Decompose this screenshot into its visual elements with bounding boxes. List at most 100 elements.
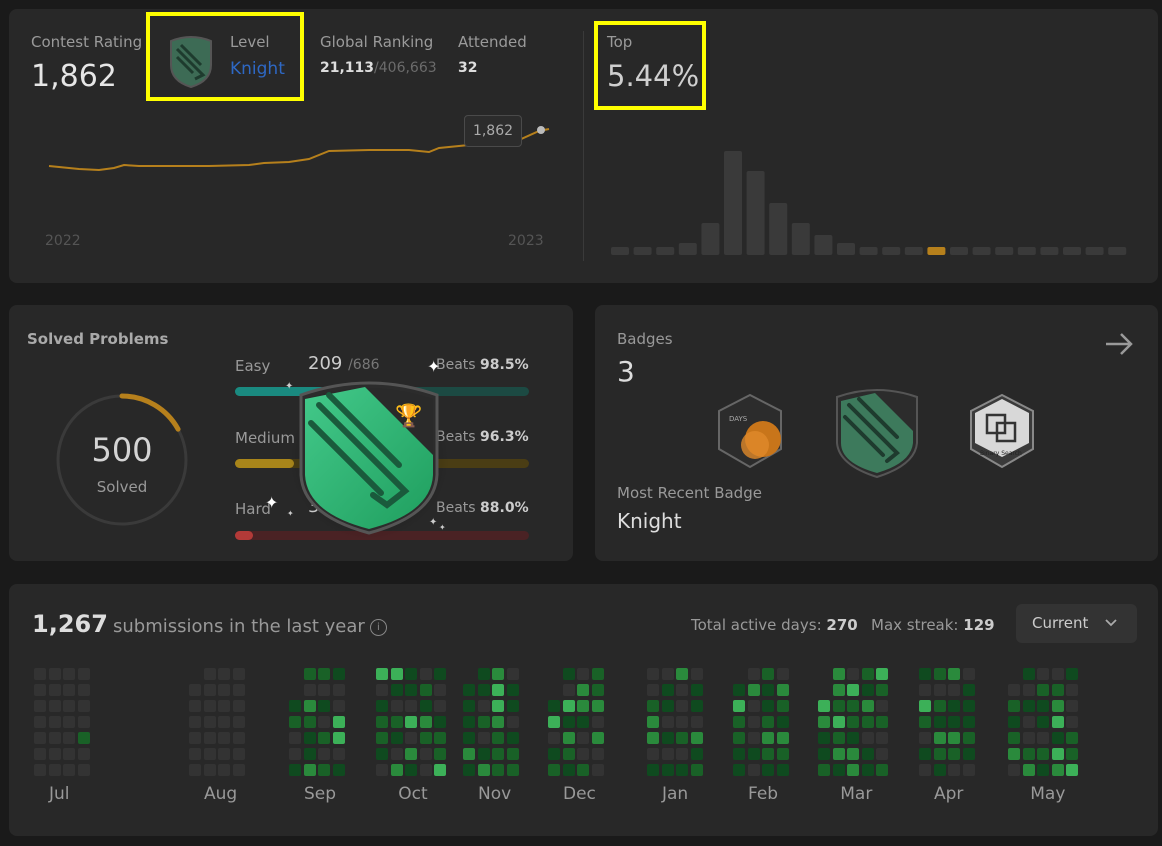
heatmap-cell[interactable] <box>1051 700 1064 712</box>
heatmap-cell[interactable] <box>647 748 659 760</box>
heatmap-cell[interactable] <box>48 668 61 680</box>
heatmap-cell[interactable] <box>34 668 46 680</box>
heatmap-cell[interactable] <box>661 732 674 744</box>
heatmap-cell[interactable] <box>548 716 560 728</box>
heatmap-cell[interactable] <box>318 732 330 744</box>
heatmap-cell[interactable] <box>861 732 874 744</box>
heatmap-cell[interactable] <box>506 700 519 712</box>
heatmap-cell[interactable] <box>962 700 975 712</box>
heatmap-cell[interactable] <box>562 732 575 744</box>
heatmap-cell[interactable] <box>647 668 659 680</box>
heatmap-cell[interactable] <box>661 700 674 712</box>
heatmap-cell[interactable] <box>591 732 604 744</box>
heatmap-cell[interactable] <box>762 700 774 712</box>
heatmap-cell[interactable] <box>1051 668 1064 680</box>
heatmap-cell[interactable] <box>477 732 490 744</box>
heatmap-cell[interactable] <box>861 748 874 760</box>
heatmap-cell[interactable] <box>463 716 475 728</box>
heatmap-cell[interactable] <box>1022 748 1035 760</box>
heatmap-cell[interactable] <box>847 764 859 776</box>
heatmap-cell[interactable] <box>676 748 688 760</box>
heatmap-cell[interactable] <box>34 700 46 712</box>
heatmap-cell[interactable] <box>1022 716 1035 728</box>
heatmap-cell[interactable] <box>847 716 859 728</box>
heatmap-cell[interactable] <box>933 700 946 712</box>
heatmap-cell[interactable] <box>492 764 504 776</box>
heatmap-cell[interactable] <box>77 684 90 696</box>
heatmap-cell[interactable] <box>1008 684 1020 696</box>
heatmap-cell[interactable] <box>492 668 504 680</box>
heatmap-cell[interactable] <box>776 716 789 728</box>
heatmap-cell[interactable] <box>63 684 75 696</box>
heatmap-cell[interactable] <box>434 732 446 744</box>
heatmap-cell[interactable] <box>876 748 888 760</box>
heatmap-cell[interactable] <box>463 764 475 776</box>
heatmap-cell[interactable] <box>477 764 490 776</box>
heatmap-cell[interactable] <box>776 684 789 696</box>
heatmap-cell[interactable] <box>463 684 475 696</box>
heatmap-cell[interactable] <box>776 700 789 712</box>
heatmap-cell[interactable] <box>1037 700 1049 712</box>
heatmap-cell[interactable] <box>303 716 316 728</box>
heatmap-cell[interactable] <box>419 764 432 776</box>
heatmap-cell[interactable] <box>962 716 975 728</box>
heatmap-cell[interactable] <box>690 764 703 776</box>
heatmap-cell[interactable] <box>419 716 432 728</box>
heatmap-cell[interactable] <box>232 732 245 744</box>
heatmap-cell[interactable] <box>1051 684 1064 696</box>
heatmap-cell[interactable] <box>77 716 90 728</box>
heatmap-cell[interactable] <box>1022 764 1035 776</box>
heatmap-cell[interactable] <box>832 764 845 776</box>
heatmap-cell[interactable] <box>1022 684 1035 696</box>
heatmap-cell[interactable] <box>832 732 845 744</box>
heatmap-cell[interactable] <box>762 716 774 728</box>
heatmap-cell[interactable] <box>189 700 201 712</box>
heatmap-cell[interactable] <box>1066 764 1078 776</box>
heatmap-cell[interactable] <box>762 684 774 696</box>
heatmap-cell[interactable] <box>933 684 946 696</box>
heatmap-cell[interactable] <box>63 732 75 744</box>
heatmap-cell[interactable] <box>303 764 316 776</box>
heatmap-cell[interactable] <box>733 764 745 776</box>
heatmap-cell[interactable] <box>933 764 946 776</box>
heatmap-cell[interactable] <box>919 668 931 680</box>
heatmap-cell[interactable] <box>34 764 46 776</box>
heatmap-cell[interactable] <box>203 748 216 760</box>
heatmap-cell[interactable] <box>1022 700 1035 712</box>
heatmap-cell[interactable] <box>318 716 330 728</box>
heatmap-cell[interactable] <box>847 732 859 744</box>
heatmap-cell[interactable] <box>506 748 519 760</box>
heatmap-cell[interactable] <box>48 716 61 728</box>
heatmap-cell[interactable] <box>832 668 845 680</box>
heatmap-cell[interactable] <box>1008 748 1020 760</box>
heatmap-cell[interactable] <box>847 668 859 680</box>
heatmap-cell[interactable] <box>919 716 931 728</box>
heatmap-cell[interactable] <box>492 700 504 712</box>
heatmap-cell[interactable] <box>419 684 432 696</box>
heatmap-cell[interactable] <box>303 748 316 760</box>
heatmap-cell[interactable] <box>48 700 61 712</box>
heatmap-cell[interactable] <box>34 748 46 760</box>
heatmap-cell[interactable] <box>1066 716 1078 728</box>
heatmap-cell[interactable] <box>405 764 417 776</box>
knight-badge-icon[interactable] <box>831 385 923 481</box>
heatmap-cell[interactable] <box>506 732 519 744</box>
heatmap-cell[interactable] <box>1066 748 1078 760</box>
heatmap-cell[interactable] <box>405 748 417 760</box>
heatmap-cell[interactable] <box>562 668 575 680</box>
heatmap-cell[interactable] <box>218 748 230 760</box>
heatmap-cell[interactable] <box>1066 700 1078 712</box>
heatmap-cell[interactable] <box>591 748 604 760</box>
heatmap-cell[interactable] <box>661 716 674 728</box>
heatmap-cell[interactable] <box>34 716 46 728</box>
heatmap-cell[interactable] <box>1037 748 1049 760</box>
heatmap-cell[interactable] <box>48 764 61 776</box>
heatmap-cell[interactable] <box>77 700 90 712</box>
heatmap-cell[interactable] <box>318 748 330 760</box>
heatmap-cell[interactable] <box>861 716 874 728</box>
heatmap-cell[interactable] <box>390 732 403 744</box>
heatmap-cell[interactable] <box>676 668 688 680</box>
heatmap-cell[interactable] <box>492 732 504 744</box>
heatmap-cell[interactable] <box>676 700 688 712</box>
heatmap-cell[interactable] <box>747 748 760 760</box>
